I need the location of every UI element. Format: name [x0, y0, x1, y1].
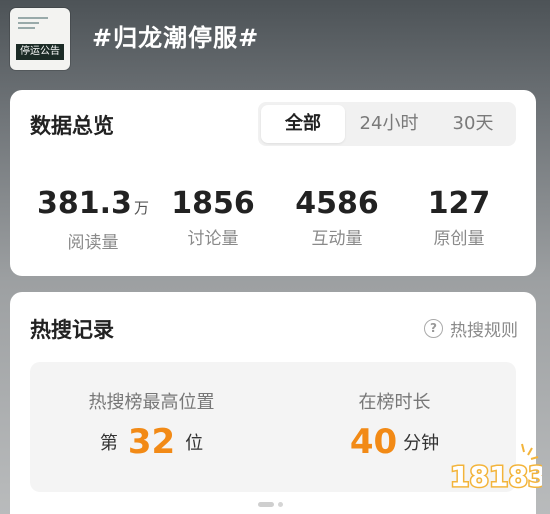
topic-thumbnail[interactable]: 停运公告: [10, 8, 70, 70]
tab-30d[interactable]: 30天: [434, 105, 512, 143]
rank-prefix: 第: [99, 433, 118, 454]
page-dot-active: [258, 502, 274, 507]
page-dot: [278, 502, 283, 507]
stat-value: 127: [427, 186, 491, 221]
overview-title: 数据总览: [30, 114, 114, 138]
time-on-list-label: 在榜时长: [358, 392, 431, 413]
hot-search-stats-panel: 热搜榜最高位置 第 32 位 在榜时长 40 分钟: [30, 362, 516, 492]
stat-label: 互动量: [311, 229, 363, 249]
stat-value: 4586: [295, 186, 379, 221]
question-icon: ?: [424, 319, 443, 338]
stat-originals: 127 原创量: [394, 186, 524, 249]
watermark-text: 18183: [450, 460, 542, 493]
highest-position-value: 第 32 位: [30, 422, 273, 462]
topic-header: 停运公告 #归龙潮停服#: [0, 0, 550, 90]
tab-24h[interactable]: 24小时: [346, 105, 432, 143]
stat-number: 381.3: [37, 186, 132, 221]
stat-value: 381.3 万: [28, 186, 158, 226]
stat-label: 原创量: [433, 229, 485, 249]
rank-suffix: 位: [185, 433, 204, 454]
stat-discussions: 1856 讨论量: [148, 186, 278, 249]
topic-title: #归龙潮停服#: [92, 24, 260, 52]
hot-search-title: 热搜记录: [30, 318, 114, 342]
hot-search-rules-link[interactable]: ? 热搜规则: [424, 316, 518, 341]
watermark-sparkles: [521, 443, 539, 460]
thumbnail-text-lines: [18, 17, 48, 32]
rules-label: 热搜规则: [450, 321, 518, 341]
data-overview-card: 数据总览 全部 24小时 30天 381.3 万 阅读量 1856 讨论量 458…: [10, 90, 536, 276]
duration-number: 40: [349, 422, 398, 462]
stat-reads: 381.3 万 阅读量: [28, 186, 158, 253]
watermark-logo: 18183: [449, 443, 542, 495]
stat-interactions: 4586 互动量: [272, 186, 402, 249]
time-range-tabs: 全部 24小时 30天: [258, 102, 516, 146]
highest-position-label: 热搜榜最高位置: [88, 392, 215, 413]
stat-unit: 万: [133, 199, 149, 217]
highest-position: 热搜榜最高位置 第 32 位: [30, 388, 273, 462]
duration-unit: 分钟: [403, 433, 440, 454]
stat-label: 讨论量: [187, 229, 239, 249]
stat-label: 阅读量: [67, 233, 119, 253]
stat-value: 1856: [171, 186, 255, 221]
thumbnail-banner: 停运公告: [16, 44, 64, 60]
rank-number: 32: [127, 422, 176, 462]
tab-all[interactable]: 全部: [261, 105, 345, 143]
page-indicator: [258, 494, 287, 513]
